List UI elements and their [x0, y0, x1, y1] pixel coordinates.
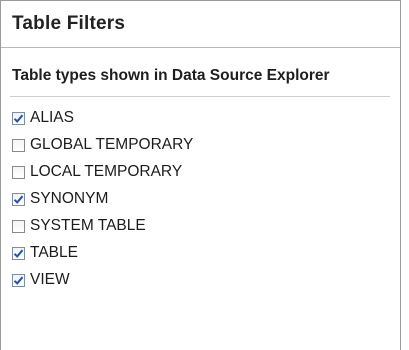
checkbox-row-table[interactable]: TABLE — [12, 242, 78, 264]
checkbox-label: TABLE — [30, 244, 78, 261]
checkbox-label: SYNONYM — [30, 190, 109, 207]
checkbox-row-system-table[interactable]: SYSTEM TABLE — [12, 215, 146, 237]
panel-title: Table Filters — [12, 13, 126, 34]
checkbox-row-view[interactable]: VIEW — [12, 269, 70, 291]
checkbox-row-synonym[interactable]: SYNONYM — [12, 188, 108, 210]
checkbox-row-alias[interactable]: ALIAS — [12, 107, 74, 129]
checkbox-unchecked-icon[interactable] — [12, 219, 25, 233]
checkbox-label: ALIAS — [30, 109, 74, 126]
checkbox-label: SYSTEM TABLE — [30, 217, 146, 234]
checkbox-label: VIEW — [30, 271, 70, 288]
checkbox-label: LOCAL TEMPORARY — [30, 163, 183, 180]
group-label: Table types shown in Data Source Explore… — [12, 67, 330, 84]
checkbox-row-global-temporary[interactable]: GLOBAL TEMPORARY — [12, 134, 193, 156]
checkbox-label: GLOBAL TEMPORARY — [30, 136, 194, 153]
checkbox-unchecked-icon[interactable] — [12, 138, 25, 152]
panel-header: Table Filters — [1, 0, 400, 48]
checkbox-unchecked-icon[interactable] — [12, 165, 25, 179]
checkbox-checked-icon[interactable] — [12, 111, 25, 125]
table-filters-panel: Table Filters Table types shown in Data … — [0, 0, 401, 350]
checkbox-row-local-temporary[interactable]: LOCAL TEMPORARY — [12, 161, 182, 183]
checkbox-checked-icon[interactable] — [12, 246, 25, 260]
group-divider — [10, 96, 390, 97]
checkbox-checked-icon[interactable] — [12, 192, 25, 206]
checkbox-checked-icon[interactable] — [12, 273, 25, 287]
